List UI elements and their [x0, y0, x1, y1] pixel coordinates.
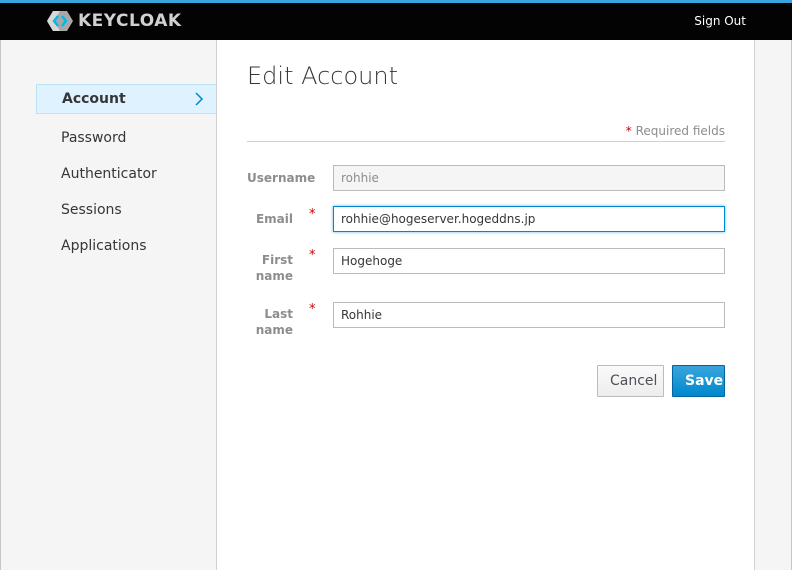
sidebar-item-account[interactable]: Account [36, 84, 216, 114]
sidebar-item-label: Account [62, 91, 126, 107]
keycloak-logo-icon [47, 11, 73, 31]
sidebar-item-sessions[interactable]: Sessions [36, 192, 216, 228]
first-name-required-star: * [309, 248, 316, 263]
page-edge-left [0, 40, 1, 570]
email-label: Email [255, 212, 293, 226]
username-field[interactable] [333, 165, 725, 191]
username-label: Username [247, 171, 316, 185]
sidebar-item-password[interactable]: Password [36, 120, 216, 156]
save-button[interactable]: Save [672, 365, 725, 397]
first-name-label: First name [233, 252, 293, 284]
cancel-button[interactable]: Cancel [597, 365, 664, 397]
brand-name: KEYCLOAK [78, 11, 182, 31]
last-name-required-star: * [309, 302, 316, 317]
last-name-label-line1: Last [264, 307, 293, 321]
divider [247, 141, 725, 142]
keycloak-logo: KEYCLOAK [46, 9, 182, 33]
last-name-field[interactable] [333, 302, 725, 328]
top-navbar: KEYCLOAK Sign Out [0, 0, 792, 40]
sidebar-item-label: Applications [61, 238, 147, 254]
first-name-field[interactable] [333, 248, 725, 274]
chevron-right-icon [195, 92, 204, 106]
sidebar-item-label: Password [61, 130, 127, 146]
first-name-label-line1: First [261, 253, 293, 267]
last-name-label: Last name [233, 306, 293, 338]
sign-out-link[interactable]: Sign Out [694, 14, 746, 28]
last-name-label-line2: name [255, 323, 293, 337]
sidebar-item-label: Authenticator [61, 166, 157, 182]
sidebar-item-authenticator[interactable]: Authenticator [36, 156, 216, 192]
page-title: Edit Account [247, 62, 399, 90]
required-fields-note: * Required fields [626, 124, 725, 138]
sidebar-nav: Account Password Authenticator Sessions … [36, 84, 216, 264]
email-required-star: * [309, 207, 316, 222]
first-name-label-line2: name [255, 269, 293, 283]
required-fields-text: Required fields [635, 124, 725, 138]
required-star: * [625, 124, 632, 138]
email-field[interactable] [333, 206, 725, 232]
sidebar-item-label: Sessions [61, 202, 122, 218]
sidebar-item-applications[interactable]: Applications [36, 228, 216, 264]
